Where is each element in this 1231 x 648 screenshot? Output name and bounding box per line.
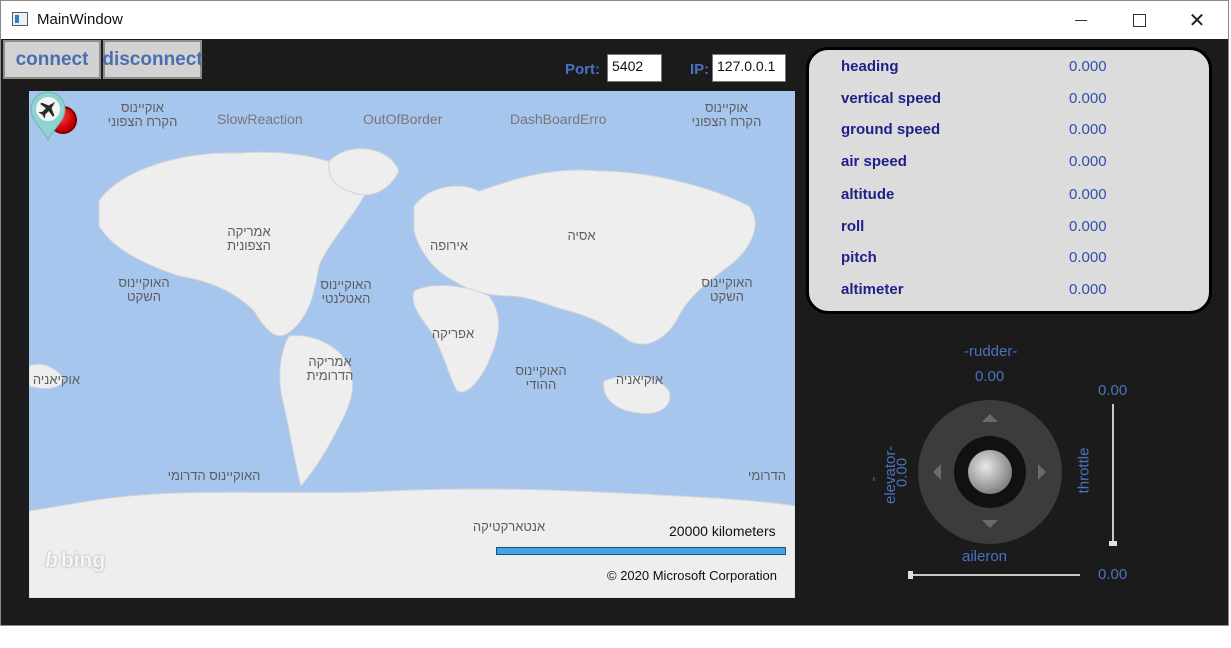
minimize-icon bbox=[1075, 19, 1087, 21]
map-label-antarctica: אנטארקטיקה bbox=[472, 519, 546, 534]
arrow-right-icon bbox=[1038, 464, 1046, 480]
map-label-africa: אפריקה bbox=[431, 326, 475, 341]
telemetry-row-air-speed: air speed 0.000 bbox=[841, 153, 1181, 175]
throttle-label: throttle bbox=[1075, 447, 1093, 494]
telemetry-label: altimeter bbox=[841, 281, 904, 298]
map-label-arctic-east: אוקיינוס הקרח הצפוני bbox=[691, 100, 762, 129]
arrow-up-icon bbox=[982, 414, 998, 422]
maximize-button[interactable] bbox=[1110, 1, 1168, 39]
telemetry-row-altitude: altitude 0.000 bbox=[841, 186, 1181, 208]
port-input[interactable]: 5402 bbox=[607, 54, 662, 82]
maximize-icon bbox=[1132, 13, 1146, 27]
telemetry-label: vertical speed bbox=[841, 90, 942, 107]
window-title: MainWindow bbox=[37, 11, 123, 28]
map-label-north-america: אמריקה הצפונית bbox=[227, 224, 271, 253]
telemetry-row-heading: heading 0.000 bbox=[841, 58, 1181, 80]
telemetry-row-pitch: pitch 0.000 bbox=[841, 249, 1181, 271]
elevator-value: 0.00 bbox=[893, 457, 911, 488]
throttle-slider-thumb[interactable] bbox=[1109, 541, 1117, 546]
throttle-value: 0.00 bbox=[1098, 382, 1128, 399]
map-label-south-america: אמריקה הדרומית bbox=[306, 354, 354, 383]
telemetry-row-altimeter: altimeter 0.000 bbox=[841, 281, 1181, 303]
rudder-label: -rudder- bbox=[964, 343, 1018, 360]
map-label-asia: אסיה bbox=[567, 228, 596, 243]
telemetry-row-roll: roll 0.000 bbox=[841, 218, 1181, 240]
close-button[interactable]: ✕ bbox=[1168, 1, 1226, 39]
map-label-pacific-east: האוקיינוס השקט bbox=[701, 275, 753, 304]
warning-dashboard-error: DashBoardErro bbox=[510, 111, 607, 127]
map-label-oceania-west: אוקיאניה bbox=[32, 372, 81, 387]
map-label-atlantic: האוקיינוס האטלנטי bbox=[320, 277, 372, 306]
telemetry-label: ground speed bbox=[841, 121, 941, 138]
telemetry-label: air speed bbox=[841, 153, 907, 170]
port-label: Port: bbox=[565, 61, 600, 78]
close-icon: ✕ bbox=[1188, 8, 1206, 32]
connect-button[interactable]: connect bbox=[3, 40, 101, 79]
map-landmass bbox=[29, 148, 795, 598]
telemetry-label: pitch bbox=[841, 249, 877, 266]
throttle-slider[interactable] bbox=[1112, 404, 1114, 544]
telemetry-label: altitude bbox=[841, 186, 895, 203]
app-icon bbox=[12, 12, 28, 26]
telemetry-label: roll bbox=[841, 218, 865, 235]
map-label-southern-ocean: האוקיינוס הדרומי bbox=[167, 468, 261, 483]
aileron-slider[interactable] bbox=[909, 574, 1080, 576]
map-scale-bar bbox=[496, 547, 786, 555]
title-bar: MainWindow ✕ bbox=[1, 1, 1228, 39]
warning-slow-reaction: SlowReaction bbox=[217, 111, 303, 127]
bing-wordmark: bing bbox=[60, 549, 106, 572]
telemetry-value: 0.000 bbox=[1069, 186, 1107, 203]
telemetry-panel: heading 0.000 vertical speed 0.000 ground … bbox=[806, 47, 1212, 314]
ip-input[interactable]: 127.0.0.1 bbox=[712, 54, 786, 82]
arrow-left-icon bbox=[933, 464, 941, 480]
map-label-indian-ocean: האוקיינוס ההודי bbox=[515, 363, 567, 392]
map-label-pacific-west: האוקיינוס השקט bbox=[118, 275, 170, 304]
telemetry-row-ground-speed: ground speed 0.000 bbox=[841, 121, 1181, 143]
telemetry-label: heading bbox=[841, 58, 899, 75]
joystick[interactable] bbox=[918, 400, 1062, 544]
minimize-button[interactable] bbox=[1052, 1, 1110, 39]
disconnect-button[interactable]: disconnect bbox=[102, 40, 203, 79]
map-scale-label: 20000 kilometers bbox=[669, 523, 776, 539]
map-label-arctic-west: אוקיינוס הקרח הצפוני bbox=[107, 100, 178, 129]
telemetry-value: 0.000 bbox=[1069, 218, 1107, 235]
airplane-location-pin-icon[interactable] bbox=[29, 91, 67, 141]
telemetry-row-vertical-speed: vertical speed 0.000 bbox=[841, 90, 1181, 112]
map-copyright: © 2020 Microsoft Corporation bbox=[607, 568, 777, 583]
rudder-value: 0.00 bbox=[975, 368, 1005, 385]
joystick-base bbox=[954, 436, 1026, 508]
telemetry-value: 0.000 bbox=[1069, 58, 1107, 75]
warning-out-of-border: OutOfBorder bbox=[363, 111, 443, 127]
world-map[interactable]: SlowReaction OutOfBorder DashBoardErro א… bbox=[29, 91, 795, 598]
telemetry-value: 0.000 bbox=[1069, 90, 1107, 107]
ip-label: IP: bbox=[690, 61, 710, 78]
aileron-label: aileron bbox=[962, 548, 1008, 565]
arrow-down-icon bbox=[982, 520, 998, 528]
map-label-europe: אירופה bbox=[429, 238, 469, 253]
bing-logo: b bing bbox=[45, 549, 105, 573]
telemetry-value: 0.000 bbox=[1069, 281, 1107, 298]
joystick-knob[interactable] bbox=[968, 450, 1012, 494]
aileron-value: 0.00 bbox=[1098, 566, 1128, 583]
telemetry-value: 0.000 bbox=[1069, 121, 1107, 138]
bing-icon: b bbox=[45, 549, 58, 572]
telemetry-value: 0.000 bbox=[1069, 153, 1107, 170]
telemetry-value: 0.000 bbox=[1069, 249, 1107, 266]
aileron-slider-thumb[interactable] bbox=[908, 571, 913, 579]
map-label-oceania-east: אוקיאניה bbox=[615, 372, 664, 387]
map-label-southern-ocean-east: הדרומי bbox=[747, 468, 787, 483]
